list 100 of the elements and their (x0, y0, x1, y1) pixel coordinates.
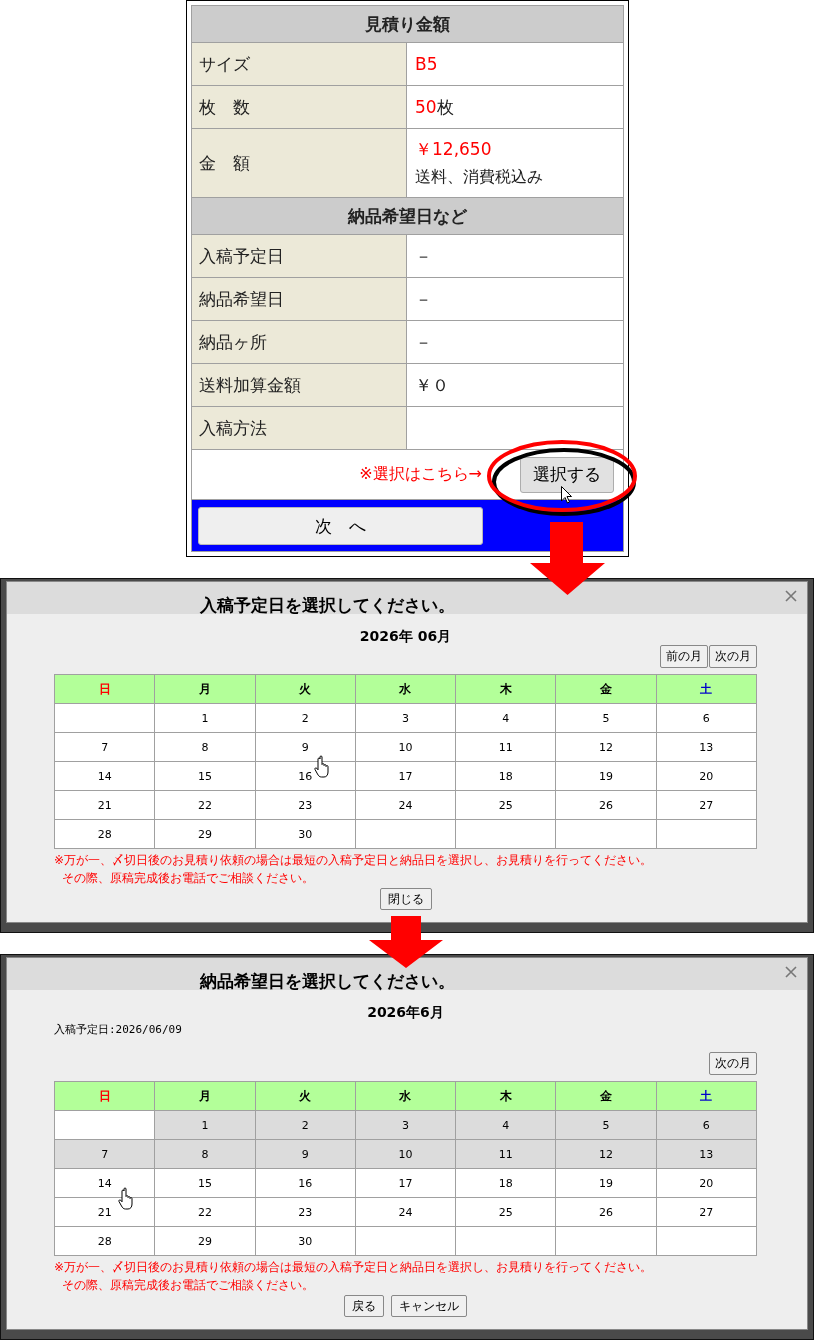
weekday-header: 水 (355, 674, 456, 704)
day-cell[interactable]: 29 (154, 819, 256, 849)
select-button[interactable]: 選択する (520, 456, 614, 493)
weekday-header: 日 (54, 674, 155, 704)
day-cell[interactable]: 11 (455, 732, 556, 762)
dialog-title: 入稿予定日を選択してください。 (200, 596, 455, 614)
day-cell[interactable]: 18 (455, 1168, 556, 1198)
day-cell[interactable]: 10 (355, 732, 456, 762)
field-value: － (415, 244, 432, 268)
day-cell[interactable]: 27 (656, 790, 757, 820)
weekday-header: 月 (154, 1081, 256, 1111)
month-nav-button[interactable]: 前の月 (660, 645, 708, 668)
weekday-header: 月 (154, 674, 256, 704)
day-cell[interactable]: 23 (255, 1197, 356, 1227)
field-value: ￥０ (415, 373, 449, 397)
day-cell[interactable]: 24 (355, 790, 456, 820)
field-value: ￥12,650 (415, 138, 492, 161)
weekday-header: 土 (656, 1081, 757, 1111)
warning-note: ※万が一、〆切日後のお見積り依頼の場合は最短の入稿予定日と納品日を選択し、お見積りを行ってください。 (54, 852, 654, 869)
start-date-label: 入稿予定日:2026/06/09 (54, 1024, 182, 1036)
day-cell[interactable]: 30 (255, 1226, 356, 1256)
weekday-header: 水 (355, 1081, 456, 1111)
dialog-title: 納品希望日を選択してください。 (200, 972, 455, 990)
dialog-button[interactable]: 閉じる (379, 888, 432, 910)
close-icon[interactable] (785, 966, 797, 978)
day-cell[interactable]: 24 (355, 1197, 456, 1227)
field-label: 入稿方法 (191, 406, 407, 450)
next-button[interactable]: 次 へ (198, 507, 483, 545)
day-cell[interactable]: 30 (255, 819, 356, 849)
select-hint: ※選択はこちら→ (359, 464, 482, 485)
day-cell[interactable]: 15 (154, 1168, 256, 1198)
weekday-header: 火 (255, 1081, 356, 1111)
weekday-header: 火 (255, 674, 356, 704)
field-value: B5 (415, 54, 438, 74)
day-cell[interactable]: 12 (555, 732, 657, 762)
day-cell[interactable]: 28 (54, 819, 155, 849)
day-cell[interactable]: 13 (656, 732, 757, 762)
field-label: 送料加算金額 (191, 363, 407, 407)
close-icon[interactable] (785, 590, 797, 602)
day-cell[interactable]: 14 (54, 1168, 155, 1198)
day-cell[interactable]: 8 (154, 732, 256, 762)
month-nav-button[interactable]: 次の月 (709, 1052, 757, 1075)
pointer-cursor-icon (561, 486, 572, 504)
day-cell[interactable]: 29 (154, 1226, 256, 1256)
day-cell[interactable]: 6 (656, 703, 757, 733)
dialog-button[interactable]: 戻る (344, 1295, 384, 1317)
day-cell[interactable]: 16 (255, 1168, 356, 1198)
field-value: － (415, 287, 432, 311)
warning-note: その際、原稿完成後お電話でご相談ください。 (61, 1277, 315, 1294)
field-label: サイズ (191, 42, 407, 86)
day-cell[interactable]: 21 (54, 790, 155, 820)
day-cell[interactable]: 19 (555, 1168, 657, 1198)
field-label: 納品希望日 (191, 277, 407, 321)
month-nav-button[interactable]: 次の月 (709, 645, 757, 668)
day-cell[interactable]: 23 (255, 790, 356, 820)
day-cell[interactable]: 18 (455, 761, 556, 791)
day-cell[interactable]: 3 (355, 703, 456, 733)
weekday-header: 木 (455, 674, 556, 704)
month-label: 2026年 06月 (358, 628, 453, 644)
day-cell[interactable]: 17 (355, 761, 456, 791)
day-cell[interactable]: 20 (656, 1168, 757, 1198)
day-cell[interactable]: 5 (555, 703, 657, 733)
day-cell[interactable]: 22 (154, 1197, 256, 1227)
weekday-header: 土 (656, 674, 757, 704)
day-cell[interactable]: 25 (455, 790, 556, 820)
day-cell[interactable]: 2 (255, 703, 356, 733)
field-label: 枚 数 (191, 85, 407, 129)
day-cell[interactable]: 28 (54, 1226, 155, 1256)
day-cell[interactable]: 17 (355, 1168, 456, 1198)
field-label: 金 額 (191, 128, 407, 198)
day-cell[interactable]: 22 (154, 790, 256, 820)
warning-note: ※万が一、〆切日後のお見積り依頼の場合は最短の入稿予定日と納品日を選択し、お見積りを行ってください。 (54, 1259, 654, 1276)
dialog-button[interactable]: キャンセル (391, 1295, 467, 1317)
day-cell[interactable]: 25 (455, 1197, 556, 1227)
day-cell[interactable]: 1 (154, 703, 256, 733)
weekday-header: 金 (555, 674, 657, 704)
field-value: － (415, 330, 432, 354)
field-value: 50枚 (415, 95, 454, 119)
hand-cursor-icon (314, 755, 329, 778)
section-heading: 納品希望日など (191, 197, 624, 235)
day-cell[interactable]: 4 (455, 703, 556, 733)
field-label: 入稿予定日 (191, 234, 407, 278)
warning-note: その際、原稿完成後お電話でご相談ください。 (61, 870, 315, 887)
day-cell[interactable]: 26 (555, 1197, 657, 1227)
month-label: 2026年6月 (366, 1004, 445, 1020)
field-label: 納品ヶ所 (191, 320, 407, 364)
weekday-header: 木 (455, 1081, 556, 1111)
day-cell[interactable]: 27 (656, 1197, 757, 1227)
weekday-header: 金 (555, 1081, 657, 1111)
day-cell[interactable]: 15 (154, 761, 256, 791)
section-heading: 見積り金額 (191, 5, 624, 43)
weekday-header: 日 (54, 1081, 155, 1111)
day-cell[interactable]: 7 (54, 732, 155, 762)
day-cell[interactable]: 19 (555, 761, 657, 791)
hand-cursor-icon (118, 1187, 133, 1210)
day-cell[interactable]: 9 (255, 732, 356, 762)
price-note: 送料、消費税込み (415, 167, 544, 188)
day-cell[interactable]: 14 (54, 761, 155, 791)
day-cell[interactable]: 20 (656, 761, 757, 791)
day-cell[interactable]: 26 (555, 790, 657, 820)
